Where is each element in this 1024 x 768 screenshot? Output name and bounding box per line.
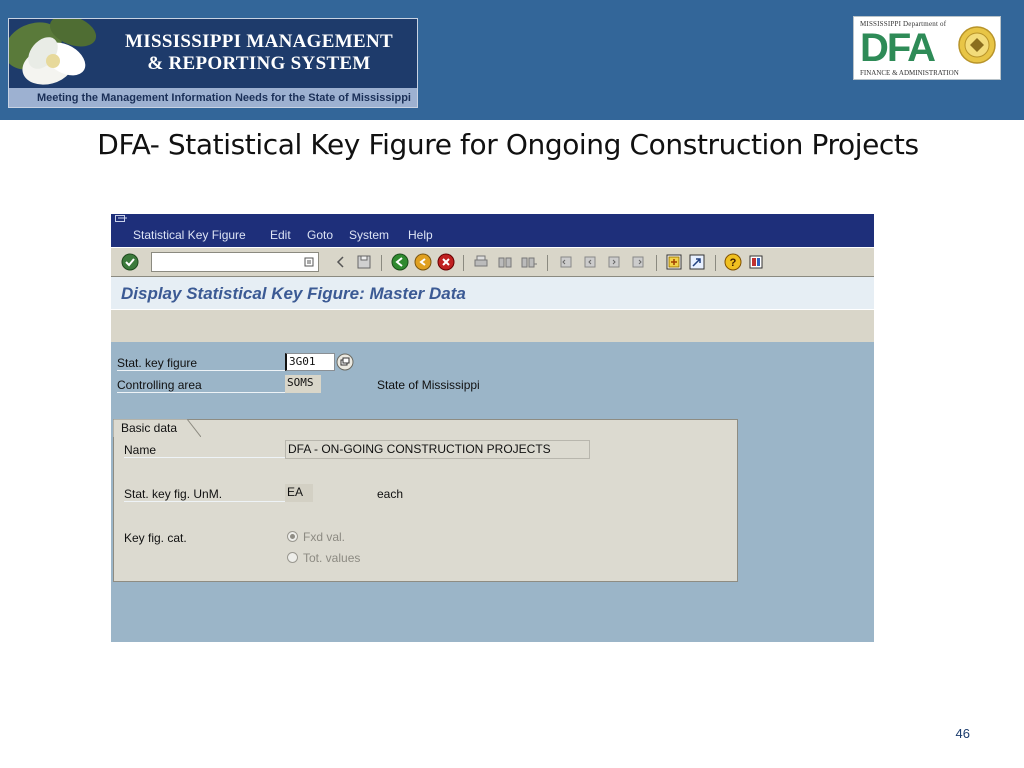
toolbar-separator: [656, 255, 657, 271]
slide-title: DFA- Statistical Key Figure for Ongoing …: [97, 128, 919, 161]
first-page-icon[interactable]: [557, 253, 575, 271]
slide-page-number: 46: [955, 726, 970, 741]
mmrs-title-line2: & REPORTING SYSTEM: [147, 53, 371, 74]
radio-fixed-value-label: Fxd val.: [303, 530, 346, 544]
menu-edit[interactable]: Edit: [270, 228, 291, 242]
dfa-logo-letters: DFA: [860, 26, 936, 70]
previous-page-icon[interactable]: [581, 253, 599, 271]
name-label: Name: [124, 443, 285, 458]
enter-icon[interactable]: [121, 253, 139, 271]
toolbar-separator: [463, 255, 464, 271]
basic-data-tab-label: Basic data: [121, 421, 178, 435]
back-arrow-icon[interactable]: [332, 253, 350, 271]
other-key-figure-icon[interactable]: [336, 353, 354, 371]
create-session-icon[interactable]: [665, 253, 683, 271]
sap-application-toolbar: [111, 309, 874, 342]
sap-menu-bar: Statistical Key Figure Edit Goto System …: [111, 214, 874, 247]
controlling-area-label: Controlling area: [117, 378, 285, 393]
save-icon[interactable]: [355, 253, 373, 271]
find-next-icon[interactable]: [520, 253, 538, 271]
unit-of-measure-field: EA: [285, 484, 313, 502]
sap-standard-toolbar: ?: [111, 247, 874, 277]
menu-help[interactable]: Help: [408, 228, 433, 242]
menu-system[interactable]: System: [349, 228, 389, 242]
controlling-area-field: SOMS: [285, 375, 321, 393]
screen-title: Display Statistical Key Figure: Master D…: [121, 284, 466, 303]
mmrs-logo: MISSISSIPPI MANAGEMENT & REPORTING SYSTE…: [8, 18, 418, 108]
name-value: DFA - ON-GOING CONSTRUCTION PROJECTS: [288, 442, 551, 456]
last-page-icon[interactable]: [629, 253, 647, 271]
menu-goto[interactable]: Goto: [307, 228, 333, 242]
controlling-area-value: SOMS: [287, 376, 314, 389]
stat-key-figure-input[interactable]: 3G01: [285, 353, 335, 371]
stat-key-figure-label: Stat. key figure: [117, 356, 285, 371]
stat-key-figure-value: 3G01: [289, 355, 316, 368]
exit-icon[interactable]: [414, 253, 432, 271]
toolbar-separator: [715, 255, 716, 271]
toolbar-separator: [547, 255, 548, 271]
shortcut-icon[interactable]: [688, 253, 706, 271]
cancel-icon[interactable]: [437, 253, 455, 271]
svg-text:?: ?: [730, 257, 737, 269]
print-icon[interactable]: [472, 253, 490, 271]
help-icon[interactable]: ?: [724, 253, 742, 271]
sap-window: Statistical Key Figure Edit Goto System …: [111, 214, 874, 642]
mmrs-title-line1: MISSISSIPPI MANAGEMENT: [125, 31, 393, 52]
find-icon[interactable]: [496, 253, 514, 271]
dfa-logo-bottom-text: FINANCE & ADMINISTRATION: [860, 69, 959, 77]
key-figure-category-label: Key fig. cat.: [124, 531, 187, 545]
dfa-logo: MISSISSIPPI Department of DFA FINANCE & …: [853, 16, 1001, 80]
menu-statistical-key-figure[interactable]: Statistical Key Figure: [133, 228, 246, 242]
command-field[interactable]: [151, 252, 319, 272]
back-icon[interactable]: [391, 253, 409, 271]
radio-total-values-label: Tot. values: [303, 551, 361, 565]
toolbar-separator: [381, 255, 382, 271]
history-dropdown-icon[interactable]: [304, 257, 314, 267]
unit-of-measure-text: each: [377, 487, 404, 501]
next-page-icon[interactable]: [605, 253, 623, 271]
state-seal-icon: [958, 26, 996, 64]
sap-title-bar: Display Statistical Key Figure: Master D…: [111, 277, 874, 309]
mmrs-tagline: Meeting the Management Information Needs…: [9, 88, 417, 107]
unit-of-measure-value: EA: [287, 485, 304, 499]
window-menu-icon[interactable]: [115, 215, 127, 223]
unit-of-measure-label: Stat. key fig. UnM.: [124, 487, 285, 502]
mmrs-title: MISSISSIPPI MANAGEMENT & REPORTING SYSTE…: [109, 31, 409, 75]
name-field: DFA - ON-GOING CONSTRUCTION PROJECTS: [285, 440, 590, 459]
radio-total-values[interactable]: [287, 552, 298, 563]
controlling-area-text: State of Mississippi: [377, 378, 480, 392]
radio-fixed-value[interactable]: [287, 531, 298, 542]
customize-layout-icon[interactable]: [747, 253, 765, 271]
